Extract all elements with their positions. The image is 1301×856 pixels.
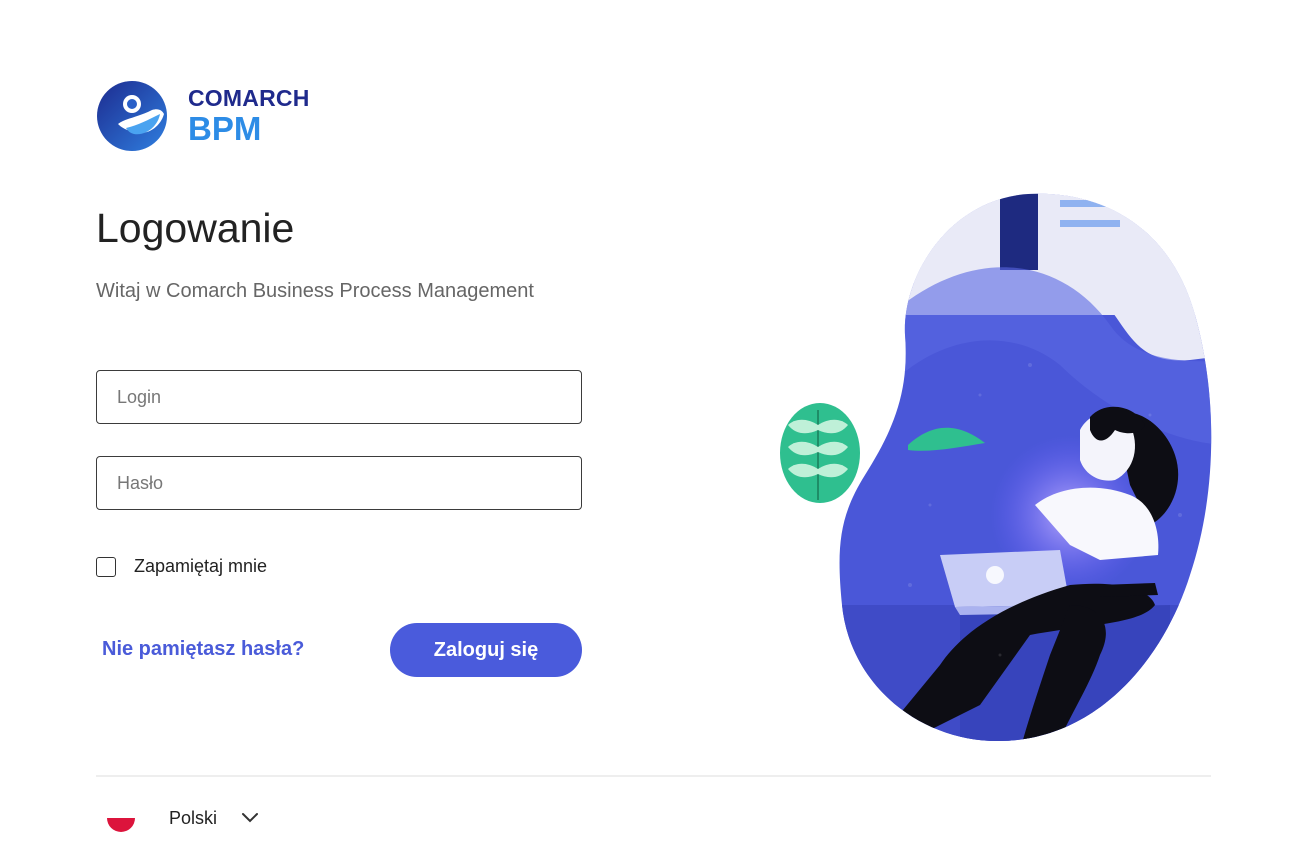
comarch-bpm-logo: COMARCH BPM bbox=[96, 80, 310, 152]
password-field bbox=[96, 456, 582, 510]
footer-divider bbox=[96, 775, 1211, 777]
leaf-decoration bbox=[780, 403, 860, 503]
remember-me-checkbox[interactable] bbox=[96, 556, 116, 577]
comarch-logo-icon bbox=[97, 81, 167, 151]
page-subtitle: Witaj w Comarch Business Process Managem… bbox=[96, 280, 534, 302]
login-field bbox=[96, 370, 582, 424]
logo-product-name: BPM bbox=[188, 110, 262, 147]
poland-flag-icon bbox=[107, 804, 135, 832]
login-input[interactable] bbox=[97, 371, 581, 423]
forgot-password-link[interactable]: Nie pamiętasz hasła? bbox=[102, 638, 304, 661]
language-label: Polski bbox=[169, 807, 218, 828]
language-selector[interactable]: Polski bbox=[107, 804, 259, 832]
login-button[interactable]: Zaloguj się bbox=[390, 623, 582, 677]
remember-me[interactable]: Zapamiętaj mnie bbox=[96, 556, 267, 577]
login-page: COMARCH BPM Logowanie Witaj w Comarch Bu… bbox=[0, 0, 1301, 856]
password-input[interactable] bbox=[97, 457, 581, 509]
remember-me-label: Zapamiętaj mnie bbox=[134, 556, 268, 576]
woman-with-laptop-illustration bbox=[780, 193, 1212, 742]
logo-company-name: COMARCH bbox=[188, 85, 310, 111]
chevron-down-icon[interactable] bbox=[241, 812, 259, 824]
page-title: Logowanie bbox=[96, 205, 295, 251]
